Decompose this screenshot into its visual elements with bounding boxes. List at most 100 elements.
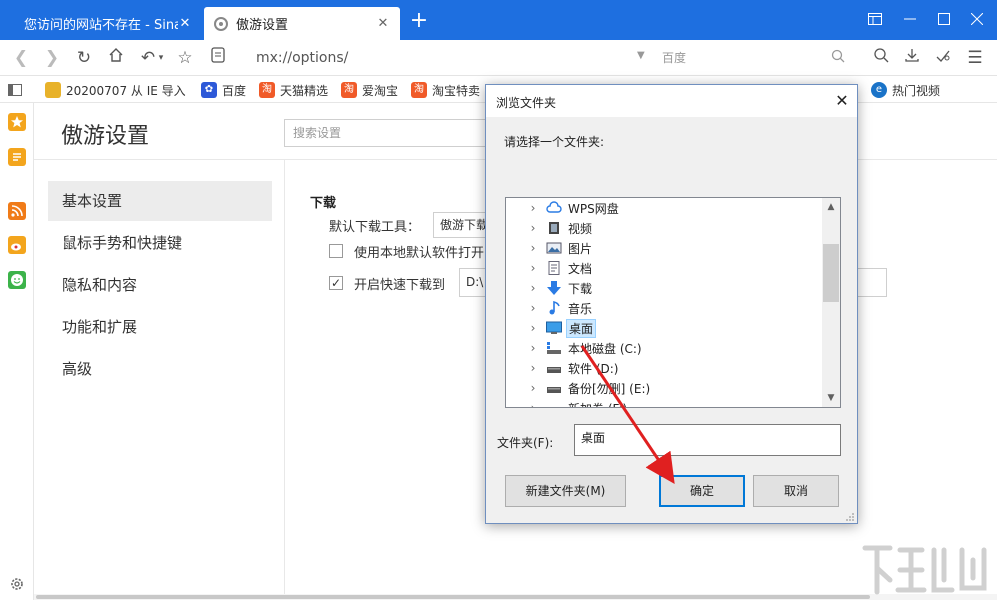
tree-item-label: WPS网盘 (568, 201, 619, 216)
toolbox-icon[interactable] (932, 47, 954, 69)
menu-item-gestures[interactable]: 鼠标手势和快捷键 (48, 223, 272, 263)
resize-grip-icon[interactable] (845, 512, 855, 522)
tree-item-label: 新加卷 (F:) (566, 400, 629, 408)
tree-item-music[interactable]: › 音乐 (506, 298, 822, 318)
tab-label: 您访问的网站不存在 - Sina A (24, 18, 178, 33)
bookmark-tmall[interactable]: 淘 天猫精选 (259, 80, 328, 100)
tree-item-drive-c[interactable]: › 本地磁盘 (C:) (506, 338, 822, 358)
new-tab-plus-icon[interactable]: + (408, 10, 430, 32)
bookmark-ie-import[interactable]: 20200707 从 IE 导入 (45, 80, 186, 100)
passport-icon[interactable] (870, 47, 892, 69)
menu-item-privacy[interactable]: 隐私和内容 (48, 265, 272, 305)
scroll-up-icon[interactable]: ▲ (822, 199, 840, 215)
rss-icon[interactable] (8, 202, 26, 220)
expand-chevron-icon[interactable]: › (528, 361, 538, 375)
expand-chevron-icon[interactable]: › (528, 201, 538, 215)
expand-chevron-icon[interactable]: › (528, 261, 538, 275)
tree-item-desktop[interactable]: › 桌面 (506, 318, 822, 338)
expand-chevron-icon[interactable]: › (528, 341, 538, 355)
notes-icon[interactable] (8, 148, 26, 166)
download-tool-select[interactable]: 傲游下载 (433, 212, 493, 238)
expand-chevron-icon[interactable]: › (528, 401, 538, 407)
section-download-title: 下载 (310, 196, 337, 211)
tree-item-drive-f[interactable]: › 新加卷 (F:) (506, 398, 822, 408)
window-menu-icon[interactable] (862, 8, 888, 34)
back-icon[interactable]: ❮ (10, 47, 32, 69)
favorite-star-icon[interactable]: ☆ (174, 47, 196, 69)
tree-item-wps[interactable]: › WPS网盘 (506, 198, 822, 218)
expand-chevron-icon[interactable]: › (528, 221, 538, 235)
search-input[interactable]: 百度 (662, 46, 847, 70)
tab-maxthon-settings[interactable]: 傲游设置 ✕ (204, 7, 400, 40)
cancel-button[interactable]: 取消 (753, 475, 839, 507)
address-bar[interactable]: mx://options/ (256, 46, 651, 70)
menu-item-extensions[interactable]: 功能和扩展 (48, 307, 272, 347)
undo-dropdown-icon[interactable]: ▾ (155, 47, 167, 69)
tree-item-documents[interactable]: › 文档 (506, 258, 822, 278)
menu-item-advanced[interactable]: 高级 (48, 349, 272, 389)
bookmark-label: 淘宝特卖 (432, 83, 481, 98)
expand-chevron-icon[interactable]: › (528, 281, 538, 295)
bookmark-label: 热门视频 (892, 83, 941, 98)
menu-item-basic[interactable]: 基本设置 (48, 181, 272, 221)
dialog-close-icon[interactable]: ✕ (834, 91, 850, 110)
download-tool-label: 默认下载工具： (329, 220, 421, 235)
tree-item-video[interactable]: › 视频 (506, 218, 822, 238)
folder-tree: › WPS网盘 › 视频 › 图片 › 文档 › 下载 › 音乐 › 桌面 › … (505, 197, 841, 408)
bookmark-baidu[interactable]: ✿ 百度 (201, 80, 246, 100)
tree-item-pictures[interactable]: › 图片 (506, 238, 822, 258)
tao-icon: 淘 (341, 82, 357, 98)
favorites-star-icon[interactable] (8, 113, 26, 131)
tao-icon: 淘 (411, 82, 427, 98)
settings-search-input[interactable]: 搜索设置 (284, 119, 494, 147)
horizontal-scroll-thumb[interactable] (36, 595, 870, 599)
tab-close-icon[interactable]: ✕ (376, 16, 390, 31)
tab-close-icon[interactable]: ✕ (178, 16, 192, 31)
settings-gear-icon[interactable] (8, 575, 26, 593)
dialog-titlebar: 浏览文件夹 ✕ (486, 85, 857, 117)
address-dropdown-icon[interactable]: ▼ (637, 50, 645, 61)
bookmark-label: 爱淘宝 (362, 83, 399, 98)
expand-chevron-icon[interactable]: › (528, 321, 538, 335)
minimize-icon[interactable] (897, 8, 923, 34)
search-icon[interactable] (831, 49, 845, 63)
download-manager-icon[interactable] (901, 47, 923, 69)
use-local-checkbox[interactable] (329, 244, 343, 258)
settings-favicon-icon (214, 16, 228, 31)
scroll-down-icon[interactable]: ▼ (822, 390, 840, 406)
maximize-icon[interactable] (931, 8, 957, 34)
sidebar-toggle-icon[interactable] (8, 80, 22, 100)
folder-field-label: 文件夹(F): (497, 436, 554, 450)
close-window-icon[interactable] (964, 8, 990, 34)
new-folder-button[interactable]: 新建文件夹(M) (505, 475, 626, 507)
quick-download-checkbox[interactable]: ✓ (329, 276, 343, 290)
expand-chevron-icon[interactable]: › (528, 301, 538, 315)
folder-field-input[interactable]: 桌面 (574, 424, 841, 456)
tree-item-drive-e[interactable]: › 备份[勿删] (E:) (506, 378, 822, 398)
refresh-icon[interactable]: ↻ (73, 47, 95, 69)
smiley-icon[interactable] (8, 271, 26, 289)
left-sidebar (0, 103, 34, 600)
reader-mode-icon[interactable] (207, 47, 229, 69)
tab-sina[interactable]: 您访问的网站不存在 - Sina A ✕ (14, 7, 202, 40)
browser-titlebar: 您访问的网站不存在 - Sina A ✕ 傲游设置 ✕ + (0, 0, 997, 40)
ok-button[interactable]: 确定 (659, 475, 745, 507)
bookmark-aitaobao[interactable]: 淘 爱淘宝 (341, 80, 398, 100)
tree-item-drive-d[interactable]: › 软件 (D:) (506, 358, 822, 378)
expand-chevron-icon[interactable]: › (528, 381, 538, 395)
expand-chevron-icon[interactable]: › (528, 241, 538, 255)
tree-item-downloads[interactable]: › 下载 (506, 278, 822, 298)
folder-icon (45, 82, 61, 98)
tree-scroll-thumb[interactable] (823, 244, 839, 302)
weibo-icon[interactable] (8, 236, 26, 254)
home-icon[interactable] (105, 47, 127, 69)
tree-vertical-scrollbar[interactable]: ▲ ▼ (822, 198, 840, 407)
forward-icon[interactable]: ❯ (41, 47, 63, 69)
tab-label: 傲游设置 (236, 18, 289, 33)
bookmark-hot-video[interactable]: e 热门视频 (871, 80, 940, 100)
bookmark-taobao-sale[interactable]: 淘 淘宝特卖 (411, 80, 480, 100)
main-menu-icon[interactable]: ☰ (964, 47, 986, 69)
dialog-title: 浏览文件夹 (496, 96, 557, 110)
drive-icon (547, 367, 561, 373)
tree-item-label: 下载 (568, 281, 593, 296)
